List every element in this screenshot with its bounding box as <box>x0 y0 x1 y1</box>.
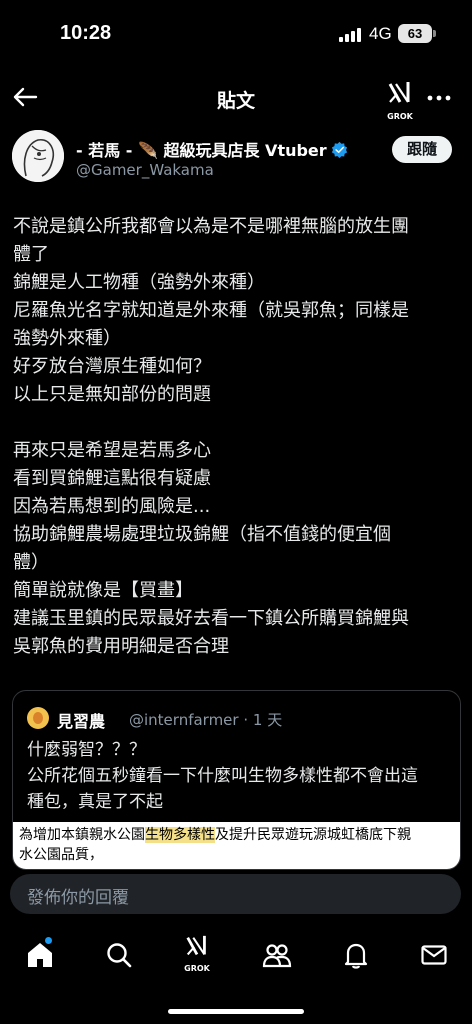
quote-image-text: 及提升民眾遊玩源城虹橋底下親 <box>215 827 411 843</box>
quote-image-highlight: 生物多樣性 <box>145 827 215 843</box>
post-line: 尼羅魚光名字就知道是外來種（就吳郭魚；同樣是 <box>13 300 409 321</box>
battery-icon: 63 <box>398 24 432 43</box>
quoted-post[interactable]: 見習農 @internfarmer · 1 天 什麼弱智？？？ 公所花個五秒鐘看… <box>12 690 461 870</box>
quote-line: 種包，真是了不起 <box>27 792 163 812</box>
bell-icon[interactable] <box>341 940 371 970</box>
post-line: 以上只是無知部份的問題 <box>13 384 211 405</box>
post-line: 再來只是希望是若馬多心 <box>13 440 211 461</box>
post-line: 協助錦鯉農場處理垃圾錦鯉（指不值錢的便宜個 <box>13 524 391 545</box>
post-line: 強勢外來種） <box>13 328 121 349</box>
quote-image-text: 水公園品質， <box>19 847 103 863</box>
grok-nav-icon[interactable]: GROK <box>182 934 212 974</box>
mail-icon[interactable] <box>419 940 449 970</box>
avatar[interactable] <box>12 130 64 182</box>
more-icon[interactable] <box>426 86 452 110</box>
post-line: 好歹放台灣原生種如何？ <box>13 356 211 377</box>
post-line: 簡單說就像是【買畫】 <box>13 580 193 601</box>
reply-placeholder: 發佈你的回覆 <box>27 888 129 908</box>
signal-icon <box>339 28 361 42</box>
post-text: 不說是鎮公所我都會以為是不是哪裡無腦的放生團 體了 錦鯉是人工物種（強勢外來種）… <box>13 213 465 661</box>
post-line: 不說是鎮公所我都會以為是不是哪裡無腦的放生團 <box>13 216 409 237</box>
battery-tip <box>433 30 436 37</box>
home-icon[interactable] <box>25 940 55 970</box>
home-indicator <box>168 1009 304 1014</box>
status-time: 10:28 <box>60 22 112 44</box>
quote-avatar <box>27 707 49 729</box>
grok-label: GROK <box>387 112 413 121</box>
status-bar: 10:28 4G 63 <box>0 0 472 70</box>
post-header: 貼文 GROK <box>0 72 472 126</box>
post-line: 吳郭魚的費用明細是否合理 <box>13 636 229 657</box>
quote-author-name: 見習農 <box>57 712 106 731</box>
post-line: 體了 <box>13 244 49 265</box>
post-line: 錦鯉是人工物種（強勢外來種） <box>13 272 265 293</box>
grok-icon[interactable]: GROK <box>384 80 416 121</box>
post-line: 看到買錦鯉這點很有疑慮 <box>13 468 211 489</box>
quote-image[interactable]: 為增加本鎮親水公園生物多樣性及提升民眾遊玩源城虹橋底下親 水公園品質， <box>13 822 460 869</box>
follow-button[interactable]: 跟隨 <box>392 136 452 163</box>
author-handle[interactable]: @Gamer_Wakama <box>76 161 214 179</box>
quote-text: 什麼弱智？？？ 公所花個五秒鐘看一下什麼叫生物多樣性都不會出這 種包，真是了不起 <box>27 737 418 815</box>
network-label: 4G <box>369 24 392 43</box>
grok-nav-label: GROK <box>184 964 210 973</box>
home-notification-dot <box>45 937 52 944</box>
post-line: 因為若馬想到的風險是... <box>13 496 211 517</box>
quote-image-text: 為增加本鎮親水公園 <box>19 827 145 843</box>
post-line: 建議玉里鎮的民眾最好去看一下鎮公所購買錦鯉與 <box>13 608 409 629</box>
author-name[interactable]: - 若馬 - 🪶 超級玩具店長 Vtuber <box>76 137 348 161</box>
quote-line: 公所花個五秒鐘看一下什麼叫生物多樣性都不會出這 <box>27 766 418 786</box>
quote-author-handle: @internfarmer · 1 天 <box>129 711 283 729</box>
post-line: 體） <box>13 552 49 573</box>
author-name-text: - 若馬 - 🪶 超級玩具店長 Vtuber <box>76 141 327 160</box>
people-icon[interactable] <box>262 940 292 970</box>
verified-badge-icon <box>331 141 347 158</box>
reply-input[interactable]: 發佈你的回覆 <box>10 874 461 914</box>
search-icon[interactable] <box>104 940 134 970</box>
quote-line: 什麼弱智？？？ <box>27 740 146 760</box>
post-line-gap <box>13 409 465 437</box>
